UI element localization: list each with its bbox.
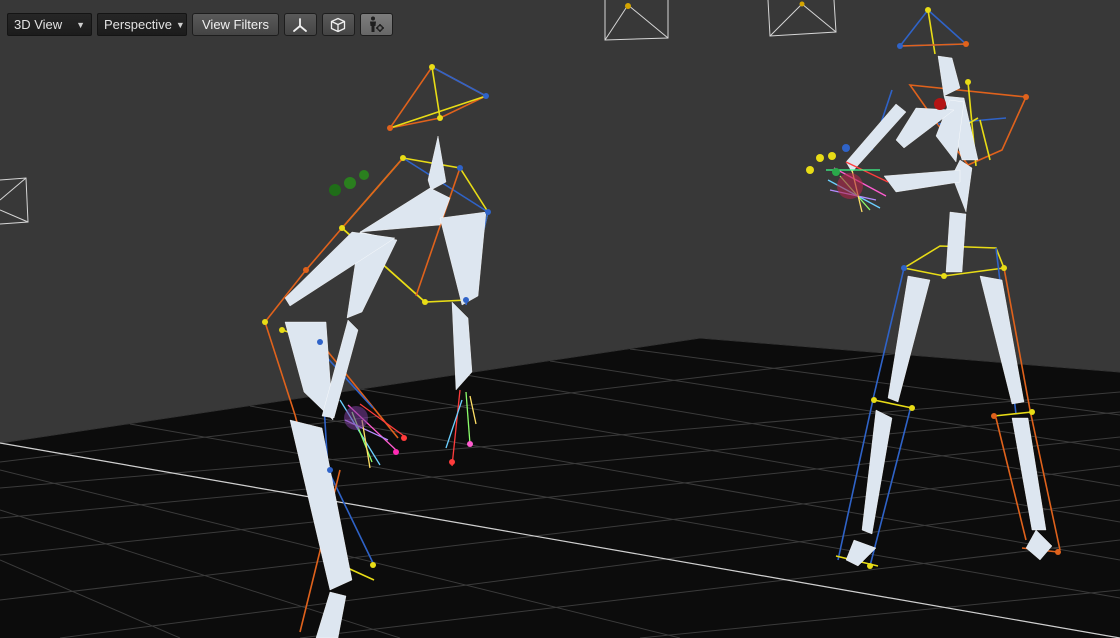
skeleton-settings-icon <box>370 16 385 32</box>
bounding-box-button[interactable] <box>321 13 355 36</box>
axes-icon <box>293 17 308 32</box>
view-mode-dropdown[interactable]: 3D View ▼ <box>7 13 92 36</box>
cube-icon <box>331 17 346 32</box>
projection-dropdown[interactable]: Perspective ▼ <box>97 13 187 36</box>
skeleton-settings-button[interactable] <box>359 13 393 36</box>
projection-label: Perspective <box>104 17 172 32</box>
dropdown-caret-icon: ▼ <box>76 19 85 30</box>
view-filters-button[interactable]: View Filters <box>192 13 279 36</box>
3d-viewport[interactable]: 3D View ▼ Perspective ▼ View Filters <box>0 0 1120 638</box>
viewport-toolbar: 3D View ▼ Perspective ▼ View Filters <box>7 12 393 37</box>
3d-scene[interactable] <box>0 0 1120 638</box>
axes-button[interactable] <box>283 13 317 36</box>
view-mode-label: 3D View <box>14 17 63 32</box>
dropdown-caret-icon: ▼ <box>175 19 185 30</box>
